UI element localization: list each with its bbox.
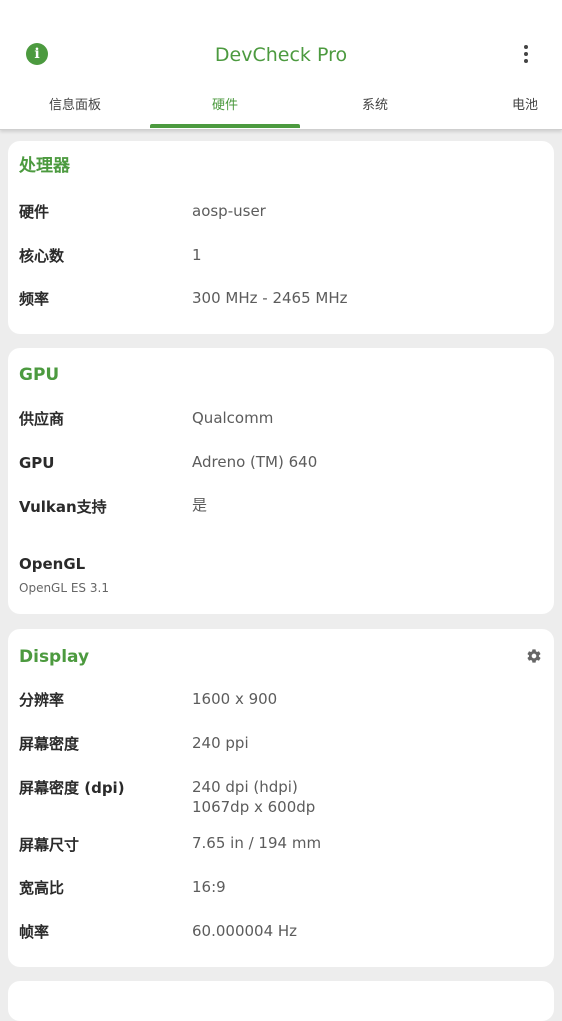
tab-bar: 信息面板 硬件 系统 电池 — [0, 86, 562, 129]
row-value: Qualcomm — [192, 409, 274, 427]
gpu-card: GPU 供应商 Qualcomm GPU Adreno (TM) 640 Vul… — [8, 348, 554, 614]
processor-title: 处理器 — [19, 156, 70, 176]
row-label: 宽高比 — [19, 879, 65, 897]
tab-dashboard[interactable]: 信息面板 — [0, 86, 150, 129]
display-title: Display — [19, 647, 90, 667]
row-label: 核心数 — [19, 247, 65, 265]
row-label: 屏幕密度 — [19, 735, 80, 753]
more-vertical-icon[interactable] — [518, 42, 534, 66]
tab-system[interactable]: 系统 — [300, 86, 450, 129]
row-value: 1600 x 900 — [192, 690, 278, 708]
row-label: 分辨率 — [19, 691, 65, 709]
row-value: 16:9 — [192, 878, 226, 896]
row-value: aosp-user — [192, 202, 266, 220]
row-value: 60.000004 Hz — [192, 922, 298, 940]
next-card — [8, 981, 554, 1021]
opengl-label: OpenGL — [19, 555, 86, 573]
tab-indicator — [150, 124, 300, 128]
gear-icon[interactable] — [526, 648, 542, 664]
row-value: Adreno (TM) 640 — [192, 453, 318, 471]
row-label: 帧率 — [19, 923, 50, 941]
row-label: 硬件 — [19, 203, 50, 221]
row-label: 供应商 — [19, 410, 65, 428]
display-card: Display 分辨率 1600 x 900 屏幕密度 240 ppi 屏幕密度… — [8, 629, 554, 967]
row-label: GPU — [19, 454, 55, 472]
tab-hardware[interactable]: 硬件 — [150, 86, 300, 129]
row-label: Vulkan支持 — [19, 498, 107, 516]
app-title: DevCheck Pro — [214, 44, 348, 66]
row-value: 240 ppi — [192, 734, 249, 752]
opengl-version: OpenGL ES 3.1 — [19, 581, 109, 595]
row-value-secondary: 1067dp x 600dp — [192, 798, 316, 816]
row-label: 频率 — [19, 290, 50, 308]
row-value: 240 dpi (hdpi) — [192, 778, 298, 796]
row-label: 屏幕密度 (dpi) — [19, 779, 125, 797]
app-bar: i DevCheck Pro 信息面板 硬件 系统 电池 — [0, 0, 562, 130]
row-value: 是 — [192, 496, 208, 514]
row-value: 300 MHz - 2465 MHz — [192, 289, 348, 307]
row-label: 屏幕尺寸 — [19, 836, 80, 854]
row-value: 1 — [192, 246, 202, 264]
row-value: 7.65 in / 194 mm — [192, 834, 322, 852]
tab-battery[interactable]: 电池 — [450, 86, 562, 129]
gpu-title: GPU — [19, 365, 60, 385]
processor-card: 处理器 硬件 aosp-user 核心数 1 频率 300 MHz - 2465… — [8, 141, 554, 334]
